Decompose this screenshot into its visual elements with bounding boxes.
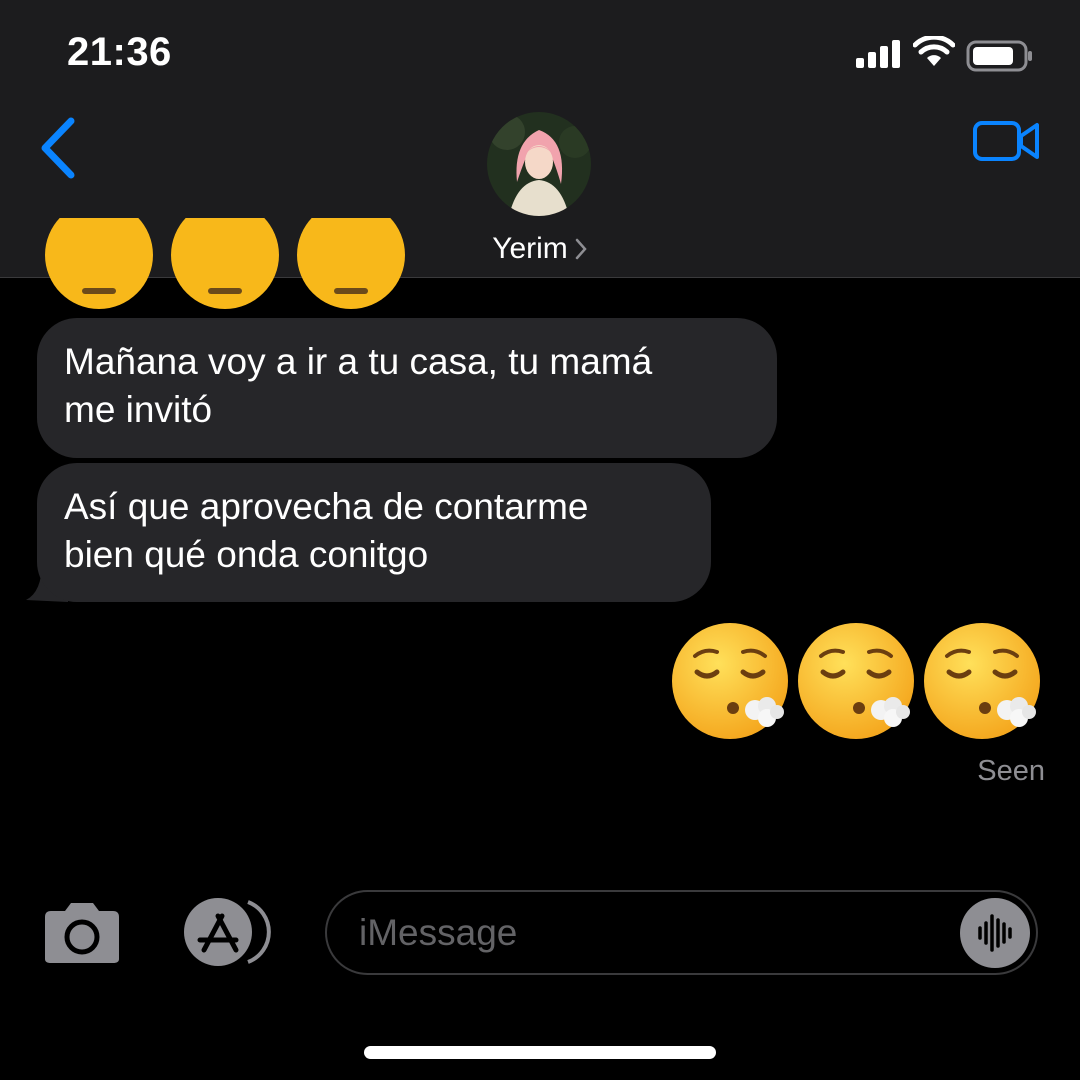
expressionless-face-emoji xyxy=(296,218,406,310)
message-text-line: Así que aprovecha de contarme xyxy=(64,486,589,527)
avatar-image xyxy=(487,112,591,216)
audio-message-button[interactable] xyxy=(960,898,1030,968)
cellular-signal-icon xyxy=(856,40,900,68)
video-call-icon[interactable] xyxy=(972,118,1040,164)
contact-name-button[interactable]: Yerim xyxy=(0,232,1080,266)
conversation-header: 21:36 Yerim xyxy=(0,0,1080,278)
camera-icon[interactable] xyxy=(41,901,123,965)
message-text-line: Mañana voy a ir a tu casa, tu mamá xyxy=(64,341,653,382)
waveform-icon xyxy=(978,914,1012,952)
message-input[interactable]: iMessage xyxy=(325,890,1038,975)
app-store-icon[interactable] xyxy=(178,898,272,966)
status-time: 21:36 xyxy=(67,30,172,74)
incoming-message-bubble[interactable]: Así que aprovecha de contarme bien qué o… xyxy=(37,463,711,602)
incoming-message-bubble[interactable]: Mañana voy a ir a tu casa, tu mamá me in… xyxy=(37,318,777,458)
contact-avatar[interactable] xyxy=(487,112,591,216)
expressionless-face-icon xyxy=(171,218,279,309)
wifi-icon xyxy=(913,36,955,66)
expressionless-face-icon xyxy=(297,218,405,309)
expressionless-face-emoji xyxy=(170,218,280,310)
face-exhaling-emoji[interactable] xyxy=(923,622,1041,740)
home-indicator[interactable] xyxy=(364,1046,716,1059)
face-exhaling-emoji[interactable] xyxy=(797,622,915,740)
back-chevron-icon[interactable] xyxy=(38,117,78,179)
chevron-right-icon xyxy=(575,238,587,260)
read-receipt: Seen xyxy=(977,755,1045,787)
expressionless-face-icon xyxy=(45,218,153,309)
message-text-line: bien qué onda conitgo xyxy=(64,534,429,575)
battery-icon xyxy=(966,40,1032,72)
face-exhaling-emoji[interactable] xyxy=(671,622,789,740)
contact-name: Yerim xyxy=(492,232,568,265)
message-input-placeholder: iMessage xyxy=(359,912,518,953)
message-text-line: me invitó xyxy=(64,389,213,430)
expressionless-face-emoji xyxy=(44,218,154,310)
